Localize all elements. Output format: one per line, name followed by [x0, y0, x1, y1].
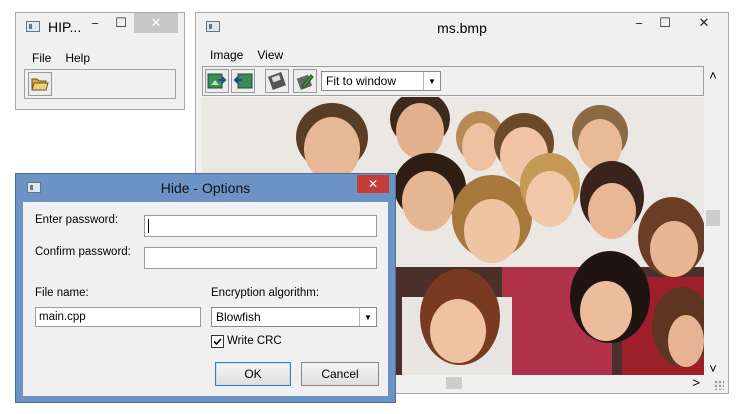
- close-icon[interactable]: ✕: [357, 175, 389, 193]
- hide-data-icon: [207, 73, 227, 89]
- scroll-up-icon[interactable]: ˄: [704, 68, 722, 83]
- maximize-icon[interactable]: ☐: [110, 13, 132, 33]
- open-file-button[interactable]: [28, 72, 52, 96]
- zoom-select-value: Fit to window: [326, 74, 397, 88]
- image-titlebar[interactable]: ms.bmp − ☐ ✕: [196, 13, 728, 41]
- enter-password-label: Enter password:: [35, 214, 119, 226]
- write-crc-label[interactable]: Write CRC: [227, 335, 282, 347]
- edit-icon: [296, 74, 314, 90]
- menu-file[interactable]: File: [32, 51, 51, 65]
- hip-titlebar[interactable]: HIP... − ☐ ✕: [16, 13, 184, 41]
- menu-help[interactable]: Help: [65, 51, 90, 65]
- cancel-button[interactable]: Cancel: [301, 362, 379, 386]
- maximize-icon[interactable]: ☐: [654, 13, 676, 33]
- hip-menubar: File Help: [32, 51, 104, 65]
- save-button[interactable]: [265, 69, 289, 93]
- extract-data-icon: [233, 73, 253, 89]
- write-crc-checkbox[interactable]: [211, 335, 224, 348]
- horizontal-scroll-thumb[interactable]: [446, 377, 462, 389]
- encryption-select-value: Blowfish: [216, 310, 261, 324]
- file-name-value: main.cpp: [39, 311, 86, 323]
- dialog-title: Hide - Options: [160, 180, 251, 196]
- chevron-down-icon: ▼: [359, 308, 376, 326]
- vertical-scrollbar[interactable]: ˄ ˅: [704, 66, 722, 376]
- confirm-password-field[interactable]: [144, 247, 377, 269]
- app-icon: [26, 21, 40, 32]
- dialog-body: Enter password: Confirm password: File n…: [23, 202, 388, 396]
- ok-button[interactable]: OK: [215, 362, 291, 386]
- close-icon[interactable]: ✕: [684, 13, 724, 33]
- edit-button[interactable]: [293, 69, 317, 93]
- image-menubar: Image View: [210, 48, 297, 62]
- folder-open-icon: [31, 78, 49, 91]
- encryption-select[interactable]: Blowfish ▼: [211, 307, 377, 327]
- size-grip-icon[interactable]: [714, 380, 724, 390]
- minimize-icon[interactable]: −: [628, 13, 650, 33]
- menu-image[interactable]: Image: [210, 48, 243, 62]
- extract-data-button[interactable]: [231, 69, 255, 93]
- dialog-titlebar[interactable]: Hide - Options ✕: [16, 174, 395, 202]
- encryption-label: Encryption algorithm:: [211, 287, 320, 299]
- file-name-field[interactable]: main.cpp: [35, 307, 201, 327]
- scroll-right-icon[interactable]: ˃: [692, 375, 700, 390]
- checkmark-icon: [213, 338, 222, 346]
- text-cursor: [148, 219, 149, 233]
- cancel-button-label: Cancel: [321, 367, 359, 381]
- confirm-password-label: Confirm password:: [35, 246, 131, 258]
- chevron-down-icon: ▼: [423, 72, 440, 90]
- scroll-down-icon[interactable]: ˅: [704, 361, 722, 376]
- zoom-select[interactable]: Fit to window ▼: [321, 71, 441, 91]
- hip-main-window: HIP... − ☐ ✕ File Help: [15, 12, 185, 110]
- image-toolbar: Fit to window ▼: [202, 66, 704, 96]
- hide-data-button[interactable]: [205, 69, 229, 93]
- file-name-label: File name:: [35, 287, 89, 299]
- close-icon[interactable]: ✕: [134, 13, 178, 33]
- ok-button-label: OK: [244, 367, 262, 381]
- minimize-icon[interactable]: −: [84, 13, 106, 33]
- hip-title: HIP...: [48, 19, 82, 35]
- hide-options-dialog: Hide - Options ✕ Enter password: Confirm…: [15, 173, 396, 403]
- save-icon: [268, 72, 286, 90]
- hip-toolbar: [24, 69, 176, 99]
- enter-password-field[interactable]: [144, 215, 377, 237]
- menu-view[interactable]: View: [257, 48, 283, 62]
- vertical-scroll-thumb[interactable]: [706, 210, 720, 226]
